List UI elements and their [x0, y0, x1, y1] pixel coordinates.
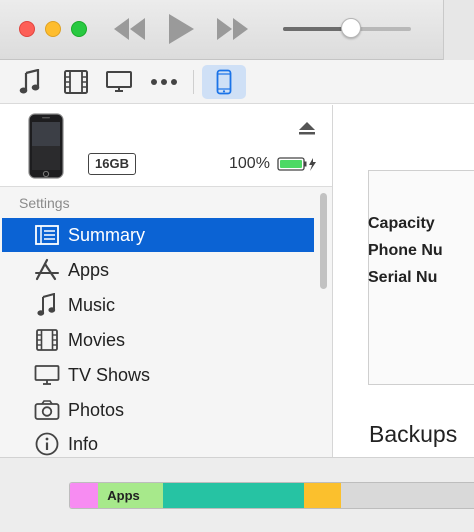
tv-shows-tab[interactable]: [104, 67, 134, 97]
settings-section-header: Settings: [19, 195, 70, 211]
storage-segment: Apps: [98, 483, 163, 508]
sidebar-item-label: Music: [68, 294, 116, 315]
toolbar-divider: [193, 70, 194, 94]
music-note-icon: [19, 69, 40, 94]
tv-icon: [34, 362, 60, 388]
tv-icon: [106, 71, 132, 92]
film-icon: [34, 327, 60, 353]
iphone-icon: [216, 69, 232, 95]
battery-charging-icon: [277, 157, 316, 171]
storage-segment: [304, 483, 341, 508]
storage-segment: [162, 483, 305, 508]
lcd-display-edge: [443, 0, 474, 60]
storage-usage-bar: Apps: [69, 482, 474, 509]
fast-forward-icon[interactable]: [214, 13, 250, 45]
movies-tab[interactable]: [62, 67, 90, 97]
phone-number-label: Phone Nu: [368, 242, 443, 259]
backups-heading: Backups: [369, 421, 458, 447]
main-content: Capacity Phone Nu Serial Nu Backups: [334, 105, 474, 457]
sidebar-item-label: TV Shows: [68, 364, 151, 385]
sidebar-item-tv-shows[interactable]: TV Shows: [2, 358, 314, 392]
sidebar-item-photos[interactable]: Photos: [2, 393, 314, 427]
more-dots-icon: [151, 79, 177, 85]
media-toolbar: [0, 60, 474, 104]
minimize-window-button[interactable]: [45, 21, 61, 37]
storage-segment: [70, 483, 99, 508]
sidebar: 16GB 100% Settings Summary Apps Music Mo…: [0, 105, 333, 457]
rewind-icon[interactable]: [112, 13, 148, 45]
serial-number-label: Serial Nu: [368, 269, 438, 286]
sidebar-item-apps[interactable]: Apps: [2, 253, 314, 287]
sidebar-item-summary[interactable]: Summary: [2, 218, 314, 252]
sidebar-scrollbar[interactable]: [320, 193, 327, 289]
capacity-badge: 16GB: [88, 153, 136, 175]
music-tab[interactable]: [16, 67, 44, 97]
storage-segment-label: Apps: [107, 488, 140, 503]
camera-icon: [34, 397, 60, 423]
volume-slider-knob[interactable]: [340, 18, 361, 38]
close-window-button[interactable]: [19, 21, 35, 37]
zoom-window-button[interactable]: [71, 21, 87, 37]
play-icon[interactable]: [165, 11, 197, 47]
apps-icon: [34, 257, 60, 283]
storage-segment: [340, 483, 474, 508]
capacity-label: Capacity: [368, 215, 435, 232]
film-icon: [64, 70, 88, 94]
sidebar-item-info[interactable]: Info: [2, 427, 314, 457]
iphone-device-image: [28, 113, 64, 179]
sidebar-item-label: Summary: [68, 224, 146, 245]
battery-percentage: 100%: [229, 155, 270, 172]
sidebar-item-movies[interactable]: Movies: [2, 323, 314, 357]
sidebar-item-label: Info: [68, 433, 99, 454]
music-note-icon: [34, 292, 60, 318]
more-tab[interactable]: [148, 67, 180, 97]
sidebar-item-label: Movies: [68, 329, 126, 350]
title-bar: [0, 0, 474, 60]
info-icon: [34, 431, 60, 457]
sidebar-item-label: Photos: [68, 399, 125, 420]
device-tab[interactable]: [202, 65, 246, 99]
summary-icon: [34, 222, 60, 248]
eject-icon[interactable]: [298, 121, 316, 135]
storage-footer: Apps: [0, 457, 474, 532]
sidebar-item-label: Apps: [68, 259, 110, 280]
device-panel: 16GB 100%: [0, 105, 332, 187]
sidebar-item-music[interactable]: Music: [2, 288, 314, 322]
